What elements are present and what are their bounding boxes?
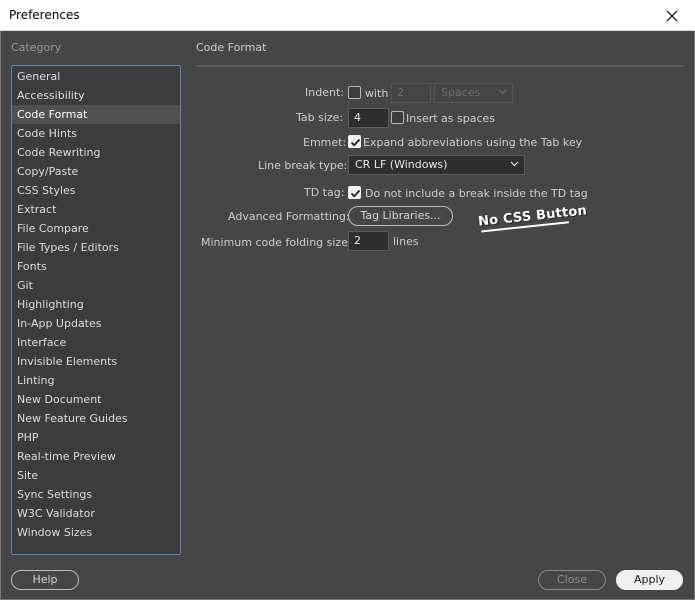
td-tag-label: TD tag: <box>304 186 345 199</box>
window-title: Preferences <box>9 8 80 22</box>
category-item-w3c-validator[interactable]: W3C Validator <box>12 504 180 523</box>
line-break-value: CR LF (Windows) <box>355 158 448 171</box>
folding-unit-label: lines <box>393 235 419 248</box>
td-tag-option-label: Do not include a break inside the TD tag <box>365 187 588 200</box>
category-item-general[interactable]: General <box>12 67 180 86</box>
category-item-window-sizes[interactable]: Window Sizes <box>12 523 180 542</box>
close-button[interactable]: Close <box>538 570 606 590</box>
category-item-invisible-elements[interactable]: Invisible Elements <box>12 352 180 371</box>
emmet-label: Emmet: <box>303 136 347 149</box>
category-item-sync-settings[interactable]: Sync Settings <box>12 485 180 504</box>
category-item-new-feature-guides[interactable]: New Feature Guides <box>12 409 180 428</box>
category-item-git[interactable]: Git <box>12 276 180 295</box>
td-tag-checkbox[interactable] <box>348 186 361 199</box>
insert-spaces-checkbox[interactable] <box>391 111 404 124</box>
folding-size-input[interactable]: 2 <box>348 231 389 251</box>
category-item-interface[interactable]: Interface <box>12 333 180 352</box>
apply-button[interactable]: Apply <box>616 570 683 590</box>
chevron-down-icon <box>498 89 507 95</box>
category-list[interactable]: General Accessibility Code Format Code Hint… <box>11 65 181 555</box>
category-item-site[interactable]: Site <box>12 466 180 485</box>
indent-with-label: with <box>365 87 389 100</box>
checkmark-icon <box>350 189 361 198</box>
help-button[interactable]: Help <box>11 570 79 590</box>
category-item-file-compare[interactable]: File Compare <box>12 219 180 238</box>
emmet-checkbox[interactable] <box>348 135 361 148</box>
category-item-php[interactable]: PHP <box>12 428 180 447</box>
category-heading: Category <box>11 41 62 54</box>
indent-label: Indent: <box>305 86 344 99</box>
category-item-linting[interactable]: Linting <box>12 371 180 390</box>
category-item-css-styles[interactable]: CSS Styles <box>12 181 180 200</box>
indent-checkbox[interactable] <box>348 86 361 99</box>
category-item-accessibility[interactable]: Accessibility <box>12 86 180 105</box>
line-break-label: Line break type: <box>258 159 348 172</box>
indent-unit-select[interactable]: Spaces <box>434 83 513 103</box>
category-item-copy-paste[interactable]: Copy/Paste <box>12 162 180 181</box>
annotation-stamp: No CSS Button <box>478 203 588 233</box>
chevron-down-icon <box>510 161 519 167</box>
insert-spaces-label: Insert as spaces <box>406 112 496 125</box>
tab-size-input[interactable]: 4 <box>348 108 389 128</box>
category-item-in-app-updates[interactable]: In-App Updates <box>12 314 180 333</box>
close-icon <box>666 10 678 21</box>
indent-size-input[interactable]: 2 <box>391 83 431 103</box>
category-item-file-types-editors[interactable]: File Types / Editors <box>12 238 180 257</box>
category-item-code-hints[interactable]: Code Hints <box>12 124 180 143</box>
category-item-fonts[interactable]: Fonts <box>12 257 180 276</box>
category-item-highlighting[interactable]: Highlighting <box>12 295 180 314</box>
panel-divider <box>196 65 684 67</box>
checkmark-icon <box>350 138 361 147</box>
tag-libraries-button[interactable]: Tag Libraries... <box>348 206 453 226</box>
panel-title: Code Format <box>196 41 267 54</box>
category-item-new-document[interactable]: New Document <box>12 390 180 409</box>
line-break-select[interactable]: CR LF (Windows) <box>348 155 525 175</box>
indent-unit-value: Spaces <box>441 86 481 99</box>
tab-size-label: Tab size: <box>296 111 344 124</box>
advanced-formatting-label: Advanced Formatting: <box>228 210 350 223</box>
emmet-option-label: Expand abbreviations using the Tab key <box>363 136 583 149</box>
category-item-real-time-preview[interactable]: Real-time Preview <box>12 447 180 466</box>
category-item-code-format[interactable]: Code Format <box>12 105 180 124</box>
category-item-code-rewriting[interactable]: Code Rewriting <box>12 143 180 162</box>
title-bar: Preferences <box>0 0 695 31</box>
folding-size-label: Minimum code folding size: <box>201 236 352 249</box>
close-window-button[interactable] <box>649 0 695 31</box>
category-item-extract[interactable]: Extract <box>12 200 180 219</box>
